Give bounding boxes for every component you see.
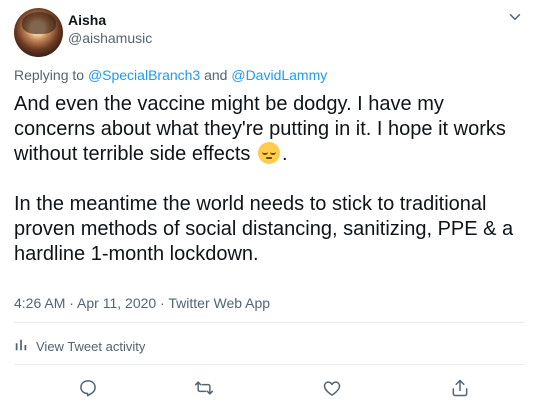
meta-separator: · — [156, 295, 169, 311]
tweet-paragraph-1: And even the vaccine might be dodgy. I h… — [14, 92, 529, 167]
replying-to-label: Replying to — [14, 67, 88, 83]
tweet-source[interactable]: Twitter Web App — [168, 295, 270, 311]
tweet-meta: 4:26 AM · Apr 11, 2020 · Twitter Web App — [14, 295, 270, 311]
tweet-text: And even the vaccine might be dodgy. I h… — [14, 92, 529, 267]
meta-separator: · — [65, 295, 78, 311]
bar-chart-icon — [14, 338, 28, 355]
heart-icon[interactable] — [322, 378, 344, 400]
chevron-down-icon[interactable] — [506, 8, 524, 26]
tweet-date[interactable]: Apr 11, 2020 — [77, 295, 156, 311]
mention-specialbranch3[interactable]: @SpecialBranch3 — [88, 67, 200, 83]
view-tweet-activity-label: View Tweet activity — [36, 339, 146, 354]
retweet-icon[interactable] — [194, 378, 216, 400]
share-icon[interactable] — [450, 378, 472, 400]
divider — [14, 364, 524, 365]
tweet-paragraph-2: In the meantime the world needs to stick… — [14, 193, 514, 265]
mention-davidlammy[interactable]: @DavidLammy — [231, 67, 327, 83]
pensive-face-emoji — [257, 142, 280, 164]
tweet-card: Aisha @aishamusic Replying to @SpecialBr… — [0, 0, 535, 414]
view-tweet-activity-link[interactable]: View Tweet activity — [14, 338, 145, 355]
tweet-paragraph-1-end: . — [281, 143, 288, 165]
tweet-time[interactable]: 4:26 AM — [14, 295, 65, 311]
replying-to: Replying to @SpecialBranch3 and @DavidLa… — [14, 67, 327, 83]
divider — [14, 322, 524, 323]
author-handle[interactable]: @aishamusic — [68, 30, 152, 46]
replying-to-joiner: and — [200, 67, 232, 83]
avatar[interactable] — [14, 8, 63, 57]
reply-icon[interactable] — [78, 378, 100, 400]
author-name[interactable]: Aisha — [68, 12, 106, 28]
